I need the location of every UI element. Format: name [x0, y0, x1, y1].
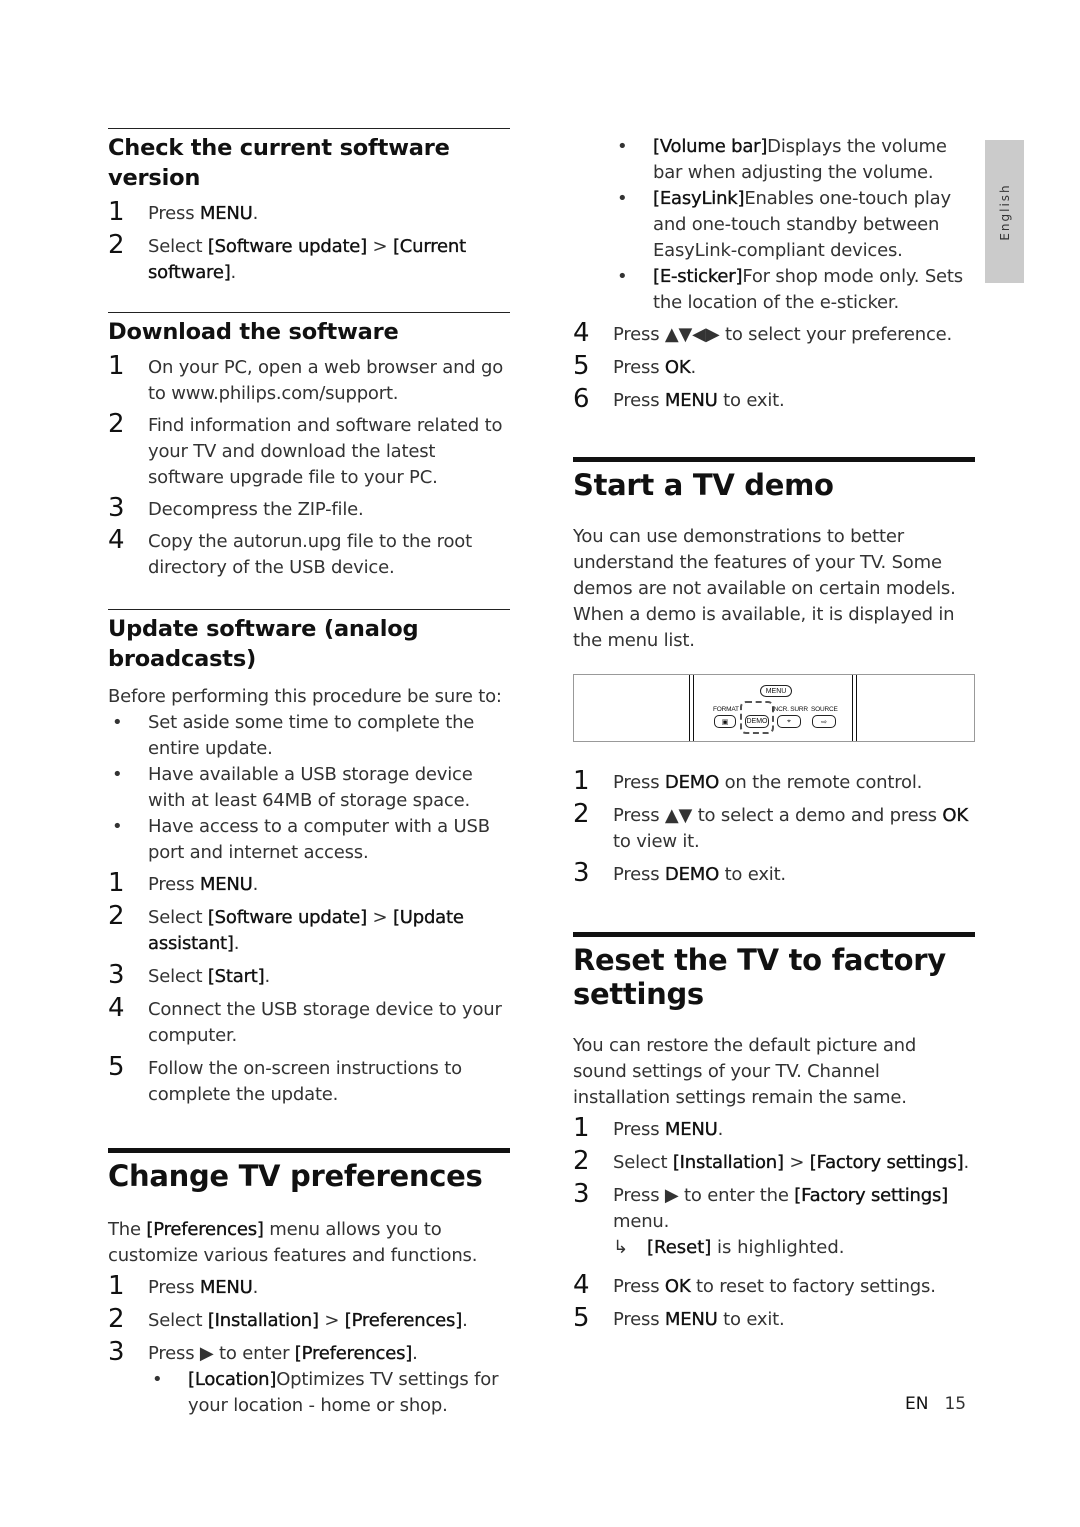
- step: 2 Select [Software update] > [Update assi…: [108, 901, 464, 954]
- demo-intro: You can use demonstrations to better und…: [573, 526, 956, 651]
- update-analog-bullets: • Set aside some time to complete the ent…: [108, 710, 510, 866]
- footer-language: EN: [905, 1394, 929, 1414]
- format-label: FORMAT: [713, 706, 739, 713]
- format-button-icon: ▣: [714, 715, 736, 728]
- bullet-item: • Set aside some time to complete the ent…: [112, 712, 475, 759]
- step: 1 Press MENU.: [108, 1271, 259, 1301]
- section-rule-thick: [573, 932, 975, 937]
- reset-heading: Reset the TV to factory settings: [573, 943, 946, 1011]
- step: 3 Press DEMO to exit.: [573, 858, 786, 888]
- preferences-intro: The [Preferences] menu allows you to cus…: [108, 1219, 478, 1266]
- step: 1 Press MENU.: [108, 868, 259, 898]
- preferences-sub-bullets: • [Location]Optimizes TV settings for you…: [148, 1367, 510, 1419]
- step: 2 Select [Installation] > [Factory settin…: [573, 1146, 969, 1176]
- result-line: ↳ [Reset] is highlighted.: [613, 1235, 975, 1261]
- step: 2 Select [Software update] > [Current sof…: [108, 230, 466, 283]
- demo-heading: Start a TV demo: [573, 468, 834, 502]
- step: 5 Press MENU to exit.: [573, 1303, 785, 1333]
- check-version-heading: Check the current software version: [108, 135, 450, 191]
- step: 3 Press ▶ to enter [Preferences].: [108, 1337, 418, 1367]
- preferences-sub-bullets-cont: • [Volume bar]Displays the volume bar whe…: [613, 134, 975, 316]
- incr-surr-button-icon: ⌖: [777, 715, 801, 728]
- preferences-steps: 1 Press MENU. 2 Select [Installation] > [P…: [108, 1271, 510, 1419]
- step: 5 Press OK.: [573, 351, 697, 381]
- preferences-steps-cont: 4 Press ▲▼◀▶ to select your preference. 5…: [573, 318, 975, 414]
- check-version-steps: 1 Press MENU. 2 Select [Software update] >…: [108, 197, 510, 286]
- reset-steps: 1 Press MENU. 2 Select [Installation] > [F…: [573, 1113, 975, 1333]
- section-rule-thick: [108, 1148, 510, 1153]
- page-number: 15: [944, 1394, 967, 1414]
- step: 4 Copy the autorun.upg file to the root d…: [108, 525, 472, 578]
- preferences-heading: Change TV preferences: [108, 1159, 483, 1193]
- remote-control-illustration: MENU FORMAT ▣ DEMO INCR. SURR ⌖ SOURCE ⇨: [573, 674, 975, 742]
- step: 4 Connect the USB storage device to your …: [108, 993, 502, 1046]
- left-column: Check the current software version 1 Pres…: [108, 128, 510, 1419]
- bullet-item: • [EasyLink]Enables one-touch play and on…: [617, 188, 951, 261]
- download-heading: Download the software: [108, 319, 399, 345]
- demo-steps: 1 Press DEMO on the remote control. 2 Pres…: [573, 766, 975, 888]
- step: 2 Find information and software related t…: [108, 409, 503, 488]
- update-analog-intro: Before performing this procedure be sure…: [108, 686, 502, 707]
- step: 4 Press OK to reset to factory settings.: [573, 1270, 936, 1300]
- bullet-item: • Have available a USB storage device wit…: [112, 764, 473, 811]
- reset-intro: You can restore the default picture and …: [573, 1035, 917, 1108]
- step: 1 Press MENU.: [108, 197, 259, 227]
- language-tab: English: [985, 140, 1024, 283]
- step: 3 Press ▶ to enter the [Factory settings]…: [573, 1179, 948, 1232]
- bullet-item: • [E-sticker]For shop mode only. Sets the…: [617, 266, 963, 313]
- right-column: • [Volume bar]Displays the volume bar whe…: [573, 134, 975, 1333]
- step: 2 Select [Installation] > [Preferences].: [108, 1304, 468, 1334]
- bullet-item: • [Volume bar]Displays the volume bar whe…: [617, 136, 947, 183]
- remote-edge: [689, 675, 694, 741]
- demo-button-icon: DEMO: [745, 715, 769, 728]
- language-tab-label: English: [997, 182, 1012, 241]
- step: 5 Follow the on-screen instructions to co…: [108, 1052, 462, 1105]
- step: 1 Press DEMO on the remote control.: [573, 766, 923, 796]
- remote-edge: [852, 675, 857, 741]
- step: 4 Press ▲▼◀▶ to select your preference.: [573, 318, 953, 348]
- download-steps: 1 On your PC, open a web browser and go t…: [108, 351, 510, 581]
- section-rule-thick: [573, 457, 975, 462]
- menu-button-icon: MENU: [760, 685, 792, 697]
- update-analog-heading: Update software (analog broadcasts): [108, 616, 419, 672]
- source-button-icon: ⇨: [812, 715, 836, 728]
- step: 3 Decompress the ZIP-file.: [108, 493, 364, 523]
- step: 3 Select [Start].: [108, 960, 271, 990]
- step: 2 Press ▲▼ to select a demo and press OK …: [573, 799, 968, 852]
- step: 1 Press MENU.: [573, 1113, 724, 1143]
- update-analog-steps: 1 Press MENU. 2 Select [Software update] >…: [108, 868, 510, 1108]
- bullet-item: • Have access to a computer with a USB po…: [112, 816, 490, 863]
- incr-surr-label: INCR. SURR: [772, 706, 808, 713]
- result-arrow-icon: ↳: [613, 1237, 629, 1258]
- page-footer: EN 15: [905, 1394, 966, 1414]
- source-label: SOURCE: [811, 706, 838, 713]
- step: 6 Press MENU to exit.: [573, 384, 785, 414]
- bullet-item: • [Location]Optimizes TV settings for you…: [152, 1369, 499, 1416]
- step: 1 On your PC, open a web browser and go t…: [108, 351, 504, 404]
